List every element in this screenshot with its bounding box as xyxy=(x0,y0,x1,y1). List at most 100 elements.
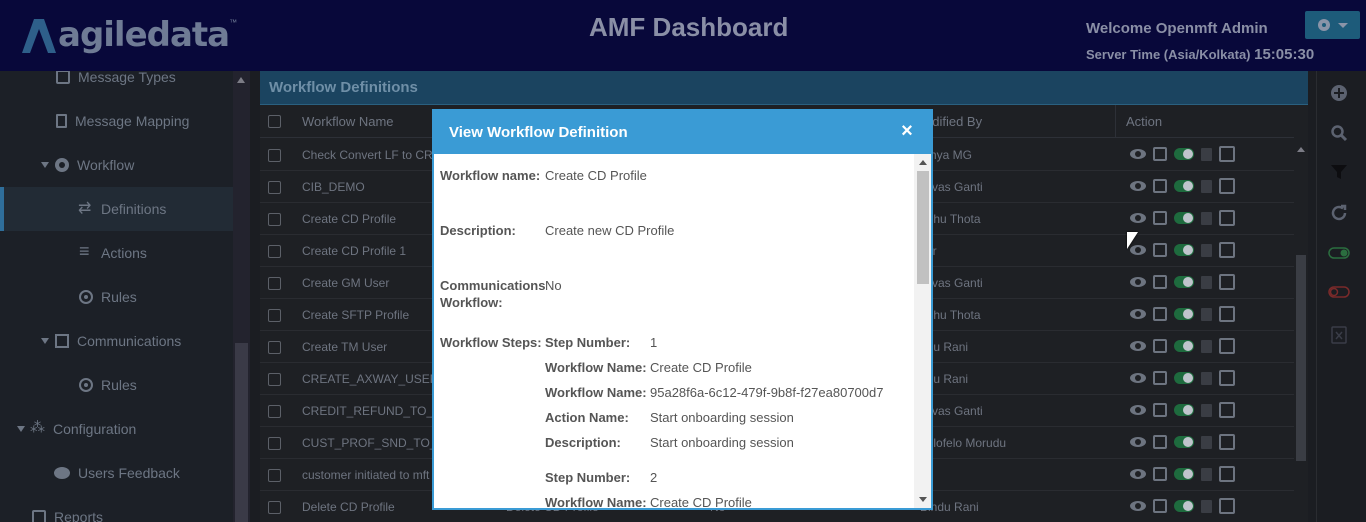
edit-icon[interactable] xyxy=(1153,275,1167,289)
sidebar-item-message-mapping[interactable]: Message Mapping xyxy=(0,99,233,143)
trash-icon[interactable] xyxy=(1201,371,1212,385)
row-checkbox[interactable] xyxy=(268,149,281,162)
modal-scrollbar[interactable] xyxy=(914,154,931,508)
sidebar-item-definitions[interactable]: Definitions xyxy=(0,187,233,231)
excel-export-icon[interactable] xyxy=(1327,323,1351,347)
copy-icon[interactable] xyxy=(1219,178,1235,194)
scroll-up-icon[interactable] xyxy=(1297,147,1305,152)
row-checkbox[interactable] xyxy=(268,309,281,322)
copy-icon[interactable] xyxy=(1219,402,1235,418)
row-checkbox[interactable] xyxy=(268,213,281,226)
table-scrollbar[interactable] xyxy=(1294,105,1308,522)
edit-icon[interactable] xyxy=(1153,435,1167,449)
trash-icon[interactable] xyxy=(1201,467,1212,481)
scrollbar-thumb[interactable] xyxy=(1296,255,1306,461)
view-icon[interactable] xyxy=(1130,181,1146,191)
copy-icon[interactable] xyxy=(1219,306,1235,322)
sidebar-item-configuration[interactable]: Configuration xyxy=(0,407,233,451)
scrollbar-thumb[interactable] xyxy=(917,171,929,284)
toggle-switch[interactable] xyxy=(1174,500,1194,512)
search-icon[interactable] xyxy=(1327,121,1351,145)
edit-icon[interactable] xyxy=(1153,499,1167,513)
view-icon[interactable] xyxy=(1130,501,1146,511)
trash-icon[interactable] xyxy=(1201,243,1212,257)
view-icon[interactable] xyxy=(1130,277,1146,287)
toggle-switch[interactable] xyxy=(1174,244,1194,256)
sidebar-item-reports[interactable]: Reports xyxy=(0,495,233,522)
view-icon[interactable] xyxy=(1130,373,1146,383)
toggle-switch[interactable] xyxy=(1174,276,1194,288)
scroll-down-icon[interactable] xyxy=(919,497,927,502)
view-icon[interactable] xyxy=(1130,405,1146,415)
edit-icon[interactable] xyxy=(1153,307,1167,321)
toggle-off-icon[interactable] xyxy=(1327,280,1351,304)
view-icon[interactable] xyxy=(1130,213,1146,223)
toggle-on-icon[interactable] xyxy=(1327,241,1351,265)
user-menu-button[interactable] xyxy=(1305,11,1360,39)
trash-icon[interactable] xyxy=(1201,211,1212,225)
toggle-switch[interactable] xyxy=(1174,308,1194,320)
select-all-checkbox[interactable] xyxy=(268,115,281,128)
row-checkbox[interactable] xyxy=(268,181,281,194)
edit-icon[interactable] xyxy=(1153,179,1167,193)
view-icon[interactable] xyxy=(1130,341,1146,351)
sidebar-item-users-feedback[interactable]: Users Feedback xyxy=(0,451,233,495)
edit-icon[interactable] xyxy=(1153,211,1167,225)
row-checkbox[interactable] xyxy=(268,501,281,514)
trash-icon[interactable] xyxy=(1201,403,1212,417)
column-header-modified-by[interactable]: odified By xyxy=(925,114,982,129)
sidebar-item-rules[interactable]: Rules xyxy=(0,275,233,319)
add-icon[interactable] xyxy=(1327,81,1351,105)
view-icon[interactable] xyxy=(1130,437,1146,447)
column-header-workflow-name[interactable]: Workflow Name xyxy=(302,114,394,129)
view-icon[interactable] xyxy=(1130,149,1146,159)
view-icon[interactable] xyxy=(1130,309,1146,319)
copy-icon[interactable] xyxy=(1219,498,1235,514)
row-checkbox[interactable] xyxy=(268,245,281,258)
sidebar-item-actions[interactable]: Actions xyxy=(0,231,233,275)
edit-icon[interactable] xyxy=(1153,403,1167,417)
copy-icon[interactable] xyxy=(1219,370,1235,386)
trash-icon[interactable] xyxy=(1201,307,1212,321)
copy-icon[interactable] xyxy=(1219,210,1235,226)
toggle-switch[interactable] xyxy=(1174,404,1194,416)
row-checkbox[interactable] xyxy=(268,469,281,482)
scroll-up-icon[interactable] xyxy=(919,160,927,165)
toggle-switch[interactable] xyxy=(1174,340,1194,352)
sidebar-item-comm-rules[interactable]: Rules xyxy=(0,363,233,407)
edit-icon[interactable] xyxy=(1153,371,1167,385)
copy-icon[interactable] xyxy=(1219,146,1235,162)
trash-icon[interactable] xyxy=(1201,499,1212,513)
row-checkbox[interactable] xyxy=(268,341,281,354)
row-checkbox[interactable] xyxy=(268,405,281,418)
sidebar-scrollbar[interactable] xyxy=(233,71,250,522)
trash-icon[interactable] xyxy=(1201,339,1212,353)
copy-icon[interactable] xyxy=(1219,242,1235,258)
toggle-switch[interactable] xyxy=(1174,180,1194,192)
copy-icon[interactable] xyxy=(1219,338,1235,354)
trash-icon[interactable] xyxy=(1201,147,1212,161)
trash-icon[interactable] xyxy=(1201,179,1212,193)
toggle-switch[interactable] xyxy=(1174,212,1194,224)
filter-icon[interactable] xyxy=(1327,160,1351,184)
edit-icon[interactable] xyxy=(1153,243,1167,257)
edit-icon[interactable] xyxy=(1153,147,1167,161)
row-checkbox[interactable] xyxy=(268,437,281,450)
edit-icon[interactable] xyxy=(1153,467,1167,481)
row-checkbox[interactable] xyxy=(268,373,281,386)
close-icon[interactable]: × xyxy=(899,121,915,141)
copy-icon[interactable] xyxy=(1219,466,1235,482)
toggle-switch[interactable] xyxy=(1174,148,1194,160)
trash-icon[interactable] xyxy=(1201,275,1212,289)
sidebar-item-workflow[interactable]: Workflow xyxy=(0,143,233,187)
view-icon[interactable] xyxy=(1130,469,1146,479)
toggle-switch[interactable] xyxy=(1174,372,1194,384)
sidebar-item-communications[interactable]: Communications xyxy=(0,319,233,363)
scrollbar-thumb[interactable] xyxy=(235,343,248,522)
trash-icon[interactable] xyxy=(1201,435,1212,449)
row-checkbox[interactable] xyxy=(268,277,281,290)
copy-icon[interactable] xyxy=(1219,274,1235,290)
refresh-icon[interactable] xyxy=(1327,201,1351,225)
copy-icon[interactable] xyxy=(1219,434,1235,450)
sidebar-item-message-types[interactable]: Message Types xyxy=(0,71,233,99)
